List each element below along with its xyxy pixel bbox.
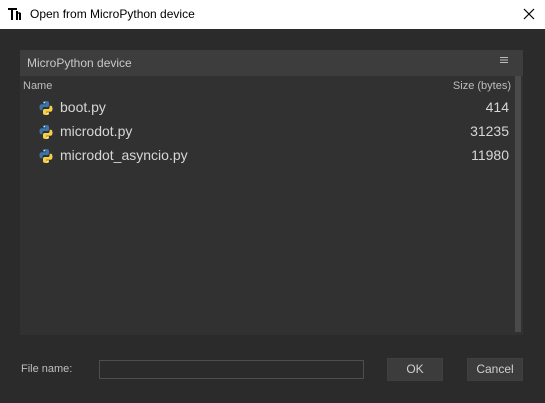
file-row[interactable]: microdot.py 31235 bbox=[20, 120, 513, 144]
file-name: microdot.py bbox=[60, 123, 133, 139]
vertical-scrollbar[interactable] bbox=[515, 76, 521, 332]
file-name-label: File name: bbox=[21, 363, 73, 375]
window-title: Open from MicroPython device bbox=[30, 7, 195, 21]
file-name-input[interactable] bbox=[99, 360, 364, 379]
python-file-icon bbox=[39, 101, 53, 115]
cancel-button[interactable]: Cancel bbox=[467, 358, 523, 381]
file-name: boot.py bbox=[60, 99, 106, 115]
column-name-header[interactable]: Name bbox=[23, 80, 52, 92]
panel-title: MicroPython device bbox=[27, 56, 132, 70]
python-file-icon bbox=[39, 125, 53, 139]
file-list: boot.py 414 microdot.py 31235 microdot_a… bbox=[20, 96, 513, 168]
file-row[interactable]: microdot_asyncio.py 11980 bbox=[20, 144, 513, 168]
panel-header: MicroPython device bbox=[20, 50, 523, 76]
column-size-header[interactable]: Size (bytes) bbox=[453, 80, 511, 92]
file-size: 31235 bbox=[470, 123, 509, 139]
ok-button[interactable]: OK bbox=[387, 358, 443, 381]
close-icon[interactable] bbox=[519, 4, 539, 24]
file-size: 414 bbox=[485, 99, 509, 115]
thonny-logo-icon bbox=[8, 8, 21, 20]
python-file-icon bbox=[39, 149, 53, 163]
file-name: microdot_asyncio.py bbox=[60, 147, 188, 163]
file-browser-panel: MicroPython device Name Size (bytes) boo… bbox=[20, 50, 523, 335]
file-row[interactable]: boot.py 414 bbox=[20, 96, 513, 120]
file-size: 11980 bbox=[471, 147, 509, 163]
column-header: Name Size (bytes) bbox=[20, 76, 513, 96]
hamburger-menu-icon[interactable] bbox=[500, 56, 508, 64]
title-bar: Open from MicroPython device bbox=[0, 0, 545, 29]
